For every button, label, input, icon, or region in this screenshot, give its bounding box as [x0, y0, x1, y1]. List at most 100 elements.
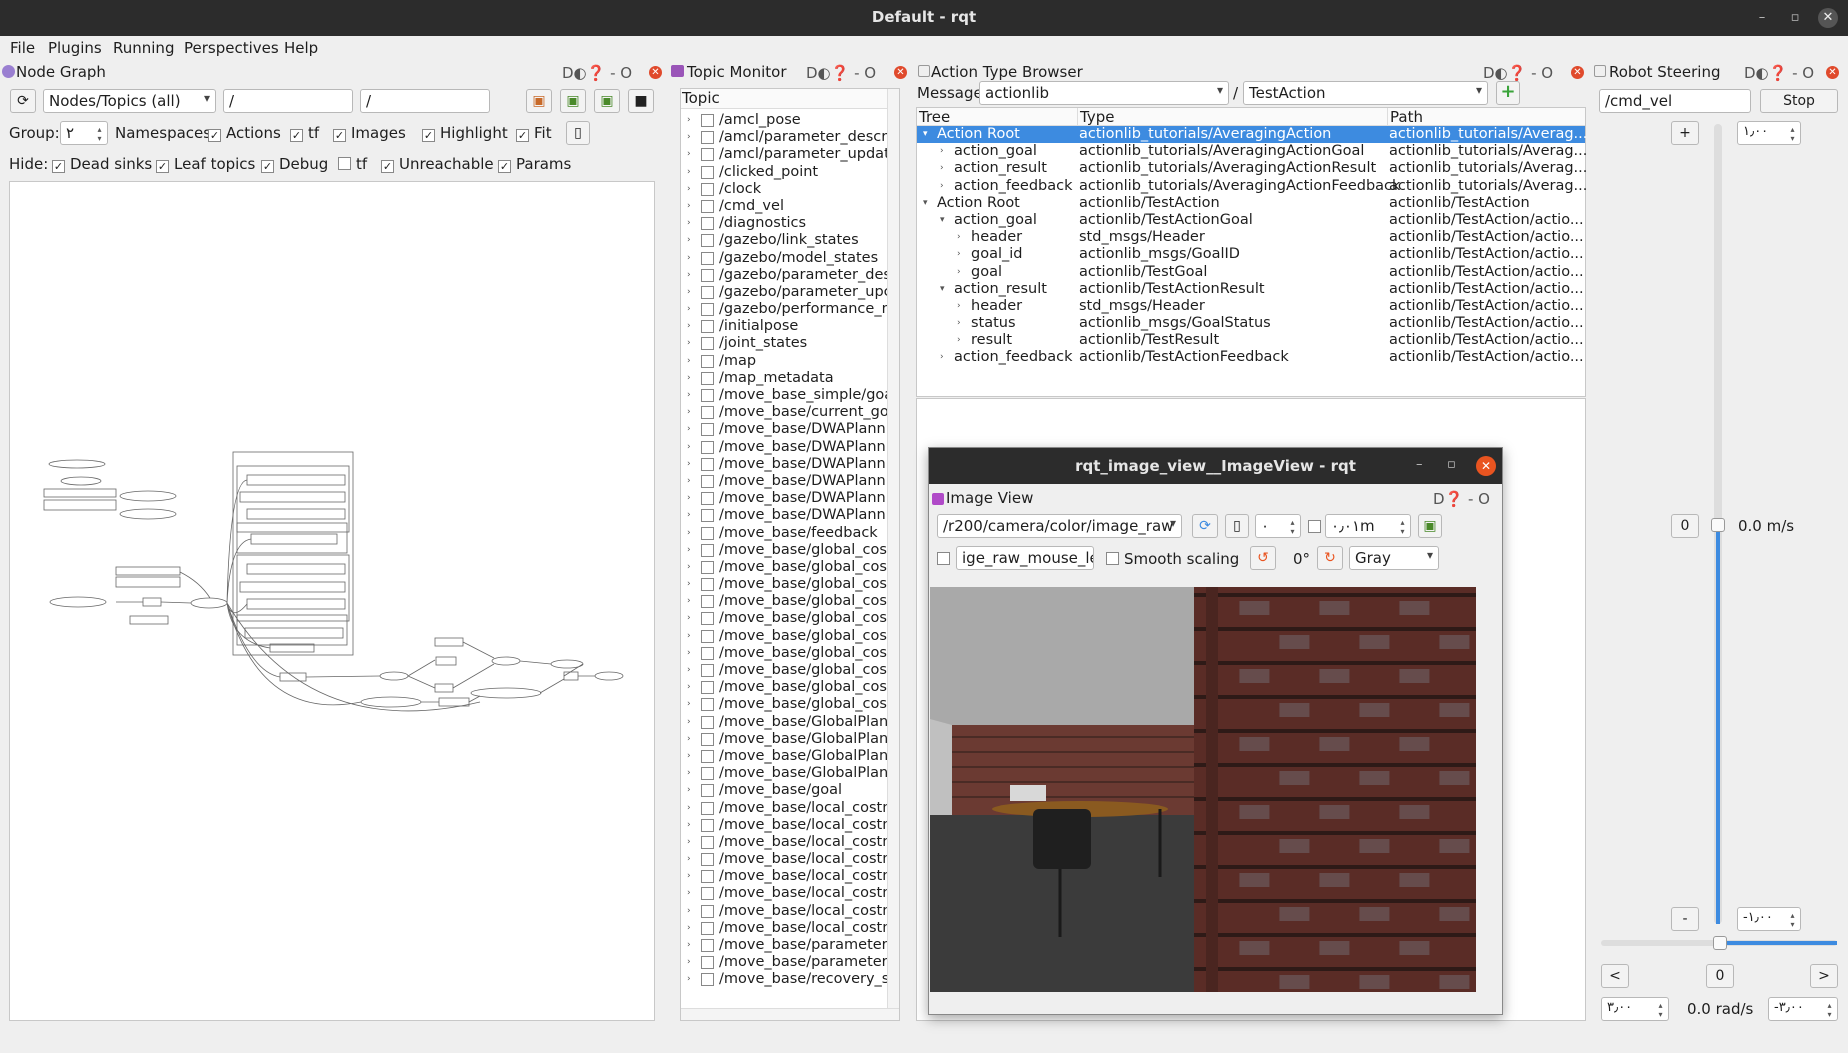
increase-linear-button[interactable]: +	[1671, 121, 1699, 145]
topic-checkbox[interactable]	[701, 681, 714, 695]
topic-checkbox[interactable]	[701, 956, 714, 970]
expand-arrow-icon[interactable]: ›	[957, 229, 961, 246]
action-tree[interactable]: Tree Type Path ▾ Action Root actionlib_tut…	[916, 107, 1587, 397]
expand-arrow-icon[interactable]: ›	[687, 525, 691, 542]
max-linear-spinbox[interactable]: ١٫٠٠	[1737, 121, 1801, 145]
topic-row[interactable]: › /move_base/feedback	[681, 525, 899, 542]
action-row[interactable]: › action_goal actionlib_tutorials/Averagin…	[917, 143, 1587, 160]
menu-perspectives[interactable]: Perspectives	[184, 39, 279, 57]
dead-sinks-checkbox[interactable]: ✓ Dead sinks	[52, 155, 152, 173]
graph-canvas[interactable]	[9, 181, 655, 1021]
topic-checkbox[interactable]	[701, 698, 714, 712]
topic-row[interactable]: › /move_base/recovery_s	[681, 971, 899, 988]
dock-controls-icon[interactable]: D◐❓ - O	[1483, 64, 1553, 82]
topic-checkbox[interactable]	[701, 715, 714, 729]
group-spinbox[interactable]: ٢	[60, 121, 108, 145]
topic-checkbox[interactable]	[701, 749, 714, 763]
topic-row[interactable]: › /map	[681, 353, 899, 370]
maximize-icon[interactable]: ▫	[1785, 8, 1805, 28]
save-svg-icon[interactable]: ▣	[594, 89, 620, 113]
topic-row[interactable]: › /gazebo/parameter_des	[681, 267, 899, 284]
topic-row[interactable]: › /move_base/local_costn	[681, 868, 899, 885]
zoom-fit-icon[interactable]: ▯	[1225, 514, 1249, 538]
expand-arrow-icon[interactable]: ›	[687, 507, 691, 524]
topic-row[interactable]: › /move_base/global_cost	[681, 576, 899, 593]
menu-running[interactable]: Running	[113, 39, 174, 57]
fit-view-icon[interactable]: ▯	[566, 121, 590, 145]
topic-row[interactable]: › /move_base/local_costn	[681, 817, 899, 834]
images-checkbox[interactable]: ✓ Images	[333, 124, 406, 142]
close-plugin-icon[interactable]: ✕	[1826, 66, 1839, 79]
topic-row[interactable]: › /move_base/DWAPlann	[681, 507, 899, 524]
topic-checkbox[interactable]	[701, 904, 714, 918]
dock-controls-icon[interactable]: D◐❓ - O	[562, 64, 632, 82]
increase-angular-left-button[interactable]: <	[1601, 964, 1629, 988]
topic-row[interactable]: › /amcl/parameter_descri	[681, 129, 899, 146]
leaf-topics-checkbox[interactable]: ✓ Leaf topics	[156, 155, 255, 173]
action-row[interactable]: › header std_msgs/Header actionlib/TestActi…	[917, 298, 1585, 315]
topic-checkbox[interactable]	[701, 217, 714, 231]
expand-arrow-icon[interactable]: ›	[687, 164, 691, 181]
topic-checkbox[interactable]	[701, 474, 714, 488]
action-row[interactable]: › header std_msgs/Header actionlib/TestActi…	[917, 229, 1585, 246]
image-topic-select[interactable]: /r200/camera/color/image_raw	[937, 514, 1182, 538]
topic-row[interactable]: › /move_base/global_cost	[681, 628, 899, 645]
topic-checkbox[interactable]	[701, 870, 714, 884]
maximize-icon[interactable]: ▫	[1447, 457, 1456, 472]
dock-controls-icon[interactable]: D❓ - O	[1433, 490, 1490, 508]
zero-angular-button[interactable]: 0	[1706, 964, 1734, 988]
topic-checkbox[interactable]	[701, 887, 714, 901]
expand-arrow-icon[interactable]: ›	[957, 246, 961, 263]
depth-spinbox[interactable]: ٠٫٠١m	[1325, 514, 1411, 538]
topic-row[interactable]: › /move_base/global_cost	[681, 645, 899, 662]
expand-arrow-icon[interactable]: ›	[687, 817, 691, 834]
tf-checkbox[interactable]: ✓ tf	[290, 124, 319, 142]
expand-arrow-icon[interactable]: ›	[687, 353, 691, 370]
expand-arrow-icon[interactable]: ›	[687, 971, 691, 988]
expand-arrow-icon[interactable]: ›	[687, 267, 691, 284]
topic-checkbox[interactable]	[701, 199, 714, 213]
topic-row[interactable]: › /move_base/DWAPlann	[681, 490, 899, 507]
topic-checkbox[interactable]	[701, 801, 714, 815]
zero-linear-button[interactable]: 0	[1671, 514, 1699, 538]
topic-row[interactable]: › /move_base_simple/goa	[681, 387, 899, 404]
topic-checkbox[interactable]	[701, 423, 714, 437]
topic-row[interactable]: › /move_base/GlobalPlan	[681, 731, 899, 748]
namespace-filter-input[interactable]: /	[223, 89, 353, 113]
topic-row[interactable]: › /joint_states	[681, 335, 899, 352]
topic-row[interactable]: › /move_base/local_costn	[681, 920, 899, 937]
topic-checkbox[interactable]	[701, 664, 714, 677]
expand-arrow-icon[interactable]: ›	[687, 593, 691, 610]
expand-arrow-icon[interactable]: ›	[687, 782, 691, 799]
topic-row[interactable]: › /move_base/parameter_	[681, 937, 899, 954]
action-row[interactable]: ▾ action_result actionlib/TestActionResult…	[917, 281, 1585, 298]
topic-checkbox[interactable]	[701, 578, 714, 592]
topic-row[interactable]: › /move_base/global_cost	[681, 662, 899, 679]
topic-checkbox[interactable]	[701, 732, 714, 746]
topic-checkbox[interactable]	[701, 595, 714, 609]
topic-checkbox[interactable]	[701, 835, 714, 849]
topic-row[interactable]: › /move_base/GlobalPlan	[681, 714, 899, 731]
topic-checkbox[interactable]	[701, 457, 714, 471]
topic-checkbox[interactable]	[701, 251, 714, 265]
unreachable-checkbox[interactable]: ✓ Unreachable	[381, 155, 494, 173]
topic-checkbox[interactable]	[701, 440, 714, 454]
refresh-icon[interactable]: ⟳	[1192, 514, 1218, 538]
expand-arrow-icon[interactable]: ›	[687, 404, 691, 421]
topic-row[interactable]: › /move_base/global_cost	[681, 542, 899, 559]
min-linear-spinbox[interactable]: -١٫٠٠	[1737, 907, 1801, 931]
expand-arrow-icon[interactable]: ›	[687, 370, 691, 387]
dock-controls-icon[interactable]: D◐❓ - O	[806, 64, 876, 82]
action-row[interactable]: › status actionlib_msgs/GoalStatus actionli…	[917, 315, 1585, 332]
expand-arrow-icon[interactable]: ›	[687, 112, 691, 129]
topic-row[interactable]: › /move_base/GlobalPlan	[681, 748, 899, 765]
topic-checkbox[interactable]	[701, 646, 714, 660]
expand-arrow-icon[interactable]: ›	[687, 937, 691, 954]
topic-row[interactable]: › /amcl/parameter_updat	[681, 146, 899, 163]
topic-checkbox[interactable]	[701, 921, 714, 935]
action-row[interactable]: › action_feedback actionlib_tutorials/Aver…	[917, 178, 1587, 195]
topic-checkbox[interactable]	[701, 268, 714, 282]
expand-arrow-icon[interactable]: ›	[687, 851, 691, 868]
topic-filter-input[interactable]: /	[360, 89, 490, 113]
topic-checkbox[interactable]	[701, 526, 714, 540]
